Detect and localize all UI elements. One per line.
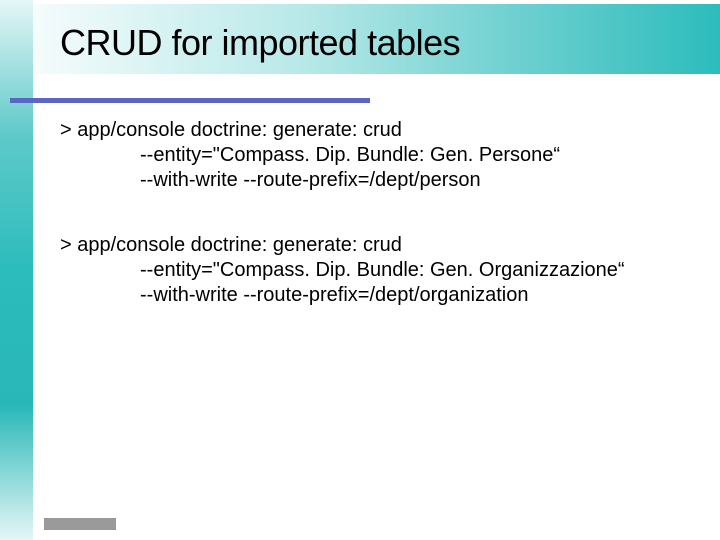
command-arg: --entity="Compass. Dip. Bundle: Gen. Org…	[60, 258, 680, 283]
command-arg: --with-write --route-prefix=/dept/organi…	[60, 283, 680, 308]
command-arg: --with-write --route-prefix=/dept/person	[60, 168, 680, 193]
left-accent-band	[0, 0, 33, 540]
command-block: > app/console doctrine: generate: crud -…	[60, 118, 680, 193]
command-block: > app/console doctrine: generate: crud -…	[60, 233, 680, 308]
command-line: > app/console doctrine: generate: crud	[60, 118, 680, 143]
slide: CRUD for imported tables > app/console d…	[0, 0, 720, 540]
command-arg: --entity="Compass. Dip. Bundle: Gen. Per…	[60, 143, 680, 168]
content-area: > app/console doctrine: generate: crud -…	[60, 118, 680, 348]
footer-accent	[44, 518, 116, 530]
command-line: > app/console doctrine: generate: crud	[60, 233, 680, 258]
slide-title: CRUD for imported tables	[60, 22, 460, 64]
divider-bar	[10, 98, 370, 103]
